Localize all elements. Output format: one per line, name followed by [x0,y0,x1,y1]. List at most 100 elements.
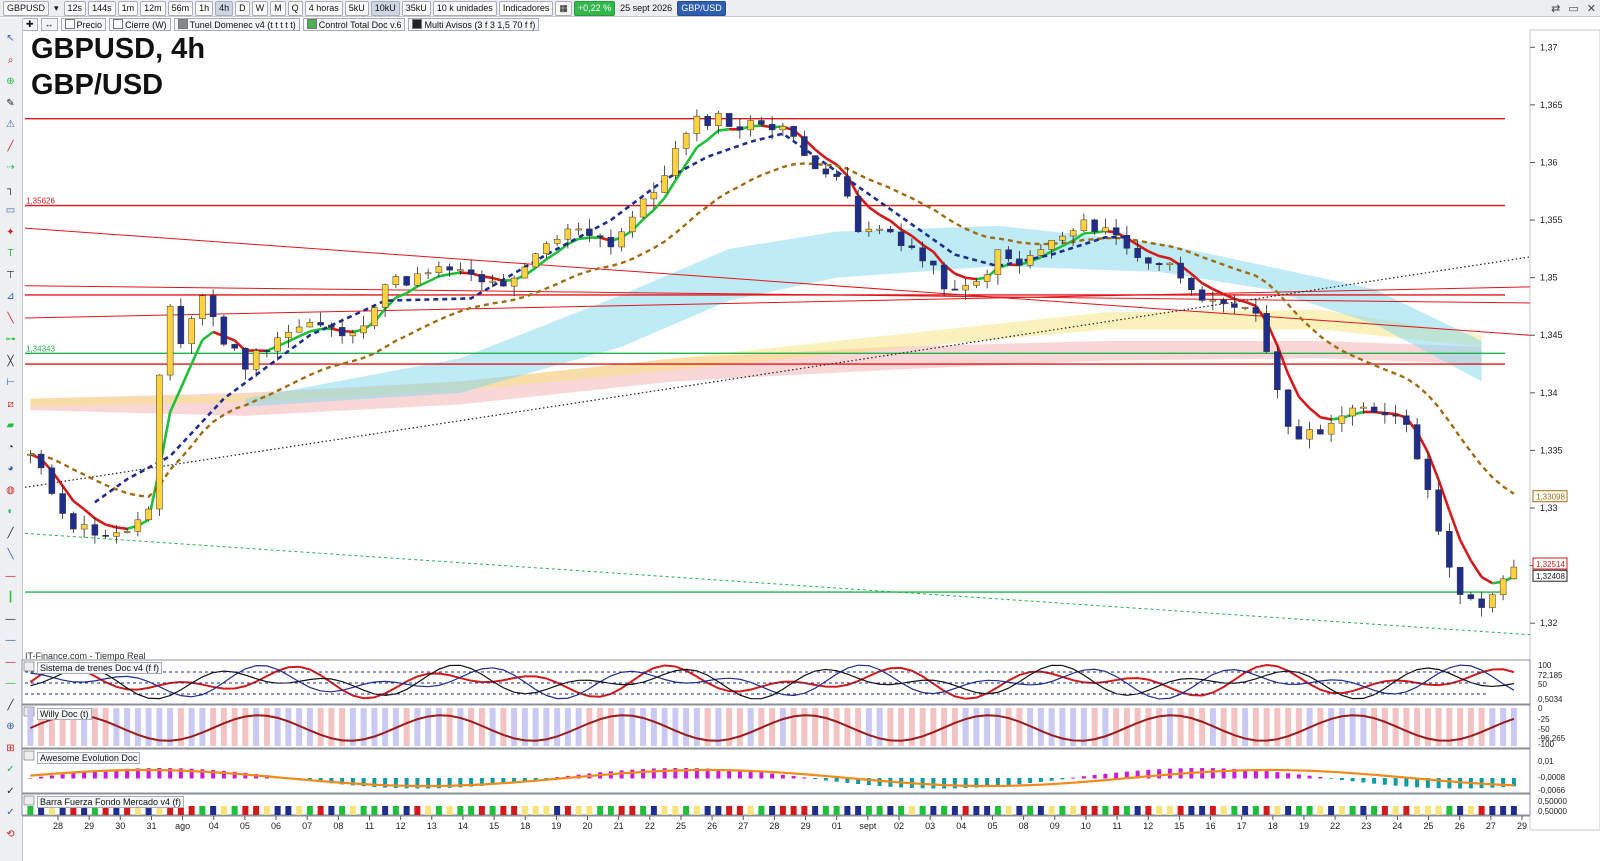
willy-shade-bar [1338,708,1345,746]
ema-segment [1308,407,1322,419]
candle-body [951,288,959,291]
willy-shade-bar [1285,708,1292,746]
x-tick-label: 11 [365,821,374,831]
fuerza-bar [607,806,614,815]
x-tick-label: 31 [146,821,156,831]
fuerza-bar [1500,806,1507,815]
x-tick-label: 04 [956,821,966,831]
ema-segment [1320,416,1332,421]
x-tick-label: 22 [645,821,655,831]
candle-body [1381,412,1389,416]
y-tick-label: 1,32 [1540,618,1558,628]
fuerza-bar [919,806,926,815]
candle-body [145,508,152,521]
candle-body [897,231,905,246]
ema-segment [965,276,977,281]
fuerza-bar [1037,806,1044,815]
candle-body [1456,567,1464,595]
willy-shade-bar [253,708,260,746]
x-tick-label: 15 [1174,821,1184,831]
awesome-histogram-bar [641,768,646,779]
price-label: 1,33098 [1536,493,1565,502]
candle-body [1263,313,1270,352]
fuerza-bar [1446,806,1453,815]
candle-body [113,532,120,537]
willy-shade-bar [263,708,270,746]
candle-body [682,133,690,149]
candle-body [166,305,174,376]
candle-body [629,216,636,233]
willy-shade-bar [822,708,829,746]
candle-body [1284,389,1292,427]
fuerza-bar [801,806,808,815]
awesome-histogram-bar [1382,778,1387,785]
candle-body [1274,351,1281,391]
willy-shade-bar [1242,708,1249,746]
price-chart[interactable]: 1,37 1,365 1,36 1,355 1,35 1,345 1,34 1,335 1,33… [0,0,1600,861]
willy-shade-bar [1113,708,1120,746]
ema-segment [83,508,96,520]
willy-shade-bar [1134,708,1141,746]
awesome-histogram-bar [49,775,54,779]
awesome-histogram-bar [1038,778,1043,782]
awesome-histogram-bar [1318,776,1323,779]
fuerza-bar [1231,806,1238,815]
candle-body [1080,219,1088,231]
fuerza-bar [1317,806,1324,815]
fuerza-bar [855,806,862,815]
candle-body [199,295,206,319]
panel-axis-label: 0,01 [1538,757,1554,766]
willy-shade-bar [285,708,292,746]
awesome-histogram-bar [1092,775,1097,779]
x-tick-label: 12 [396,821,406,831]
willy-shade-bar [414,708,421,746]
fuerza-bar [1209,806,1216,815]
fuerza-bar [360,806,367,815]
candle-body [1424,458,1432,491]
willy-shade-bar [683,708,690,746]
candle-body [48,467,56,494]
fuerza-bar [521,806,528,815]
fuerza-bar [188,806,195,815]
panel-axis-label: -25 [1538,715,1550,724]
candle-body [403,276,410,286]
fuerza-bar [790,806,797,815]
awesome-histogram-bar [748,771,753,779]
fuerza-bar [478,806,485,815]
candle-body [672,148,679,176]
fuerza-bar [242,806,249,815]
x-tick-label: sept [859,821,877,831]
awesome-histogram-bar [28,778,33,779]
x-tick-label: 01 [832,821,842,831]
awesome-histogram-bar [1017,778,1022,785]
fuerza-bar [898,806,905,815]
fuerza-bar [468,806,475,815]
ema-segment [1244,300,1257,308]
fuerza-bar [1220,806,1227,815]
willy-shade-bar [951,708,958,746]
x-tick-label: 15 [489,821,499,831]
awesome-histogram-bar [1157,769,1162,779]
candle-body [521,266,529,279]
candle-body [747,120,754,131]
fuerza-bar [231,806,238,815]
ema-segment [706,129,720,141]
fuerza-bar [371,806,378,815]
awesome-histogram-bar [1361,778,1366,783]
fuerza-bar [1252,806,1259,815]
candle-body [1467,594,1475,600]
candle-body [349,332,357,337]
willy-shade-bar [306,708,313,746]
candle-body [1059,235,1066,241]
fuerza-bar [973,806,980,815]
awesome-histogram-bar [1296,774,1301,779]
candle-body [263,350,271,353]
panel-axis-label: 50 [1538,680,1547,689]
candle-body [661,175,668,193]
candle-body [70,513,77,530]
willy-shade-bar [102,708,109,746]
panel-title-barra: Barra Fuerza Fondo Mercado v4 (f) [37,796,185,808]
awesome-histogram-bar [802,777,807,779]
fuerza-bar [833,806,840,815]
candle-body [1048,239,1055,250]
